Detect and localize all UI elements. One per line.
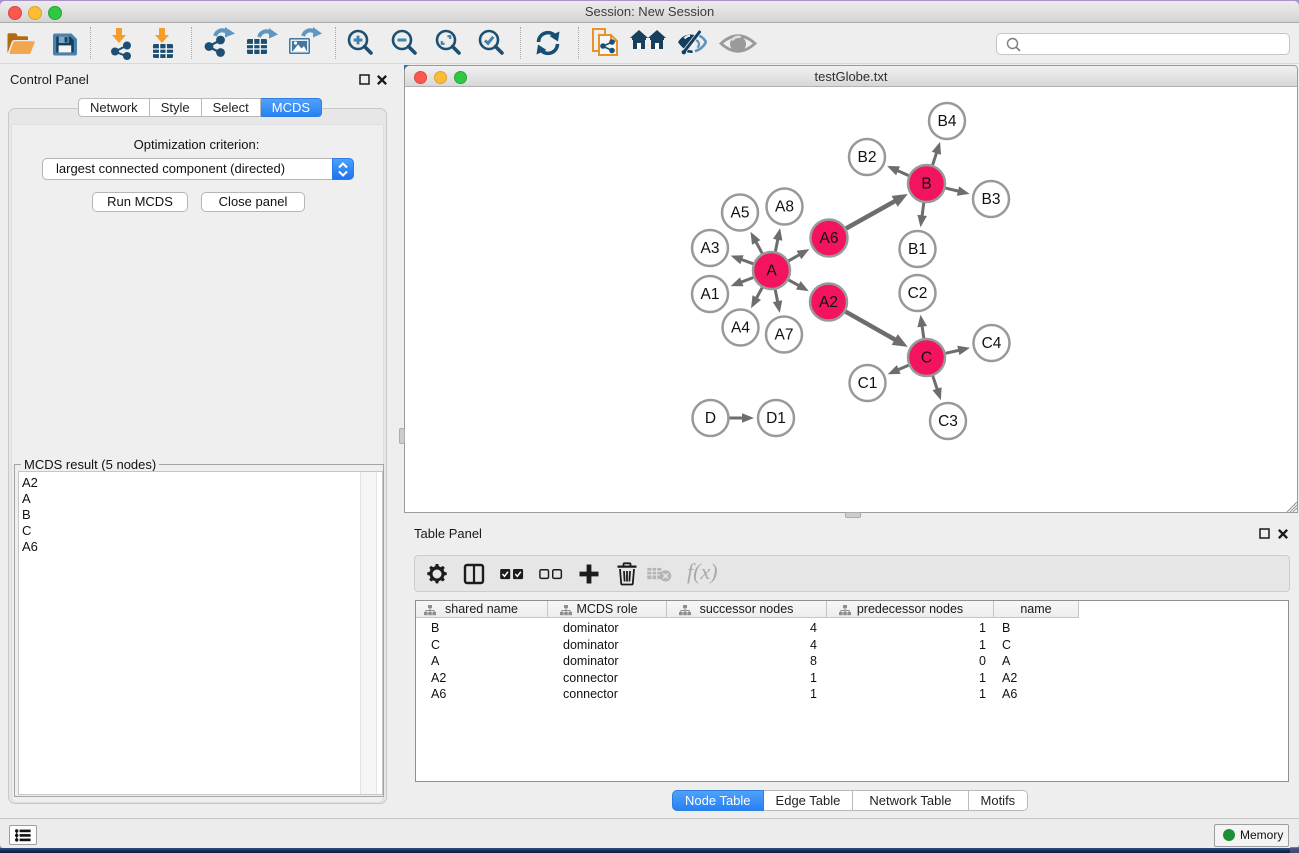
svg-text:B3: B3 (982, 191, 1001, 208)
svg-text:A8: A8 (775, 199, 794, 216)
svg-text:A: A (766, 263, 777, 280)
svg-text:C2: C2 (908, 285, 928, 302)
svg-text:C: C (921, 350, 932, 367)
svg-text:B4: B4 (938, 113, 957, 130)
svg-text:D1: D1 (766, 410, 786, 427)
svg-text:A6: A6 (820, 230, 839, 247)
svg-text:A1: A1 (701, 286, 720, 303)
svg-text:A7: A7 (775, 327, 794, 344)
svg-text:B2: B2 (858, 149, 877, 166)
svg-text:A3: A3 (701, 240, 720, 257)
svg-text:C3: C3 (938, 413, 958, 430)
svg-text:A2: A2 (819, 294, 838, 311)
svg-text:C4: C4 (982, 335, 1002, 352)
svg-text:D: D (705, 410, 716, 427)
svg-text:B1: B1 (908, 241, 927, 258)
svg-text:A5: A5 (731, 205, 750, 222)
svg-text:A4: A4 (731, 320, 750, 337)
svg-text:B: B (921, 176, 931, 193)
svg-text:C1: C1 (858, 375, 878, 392)
